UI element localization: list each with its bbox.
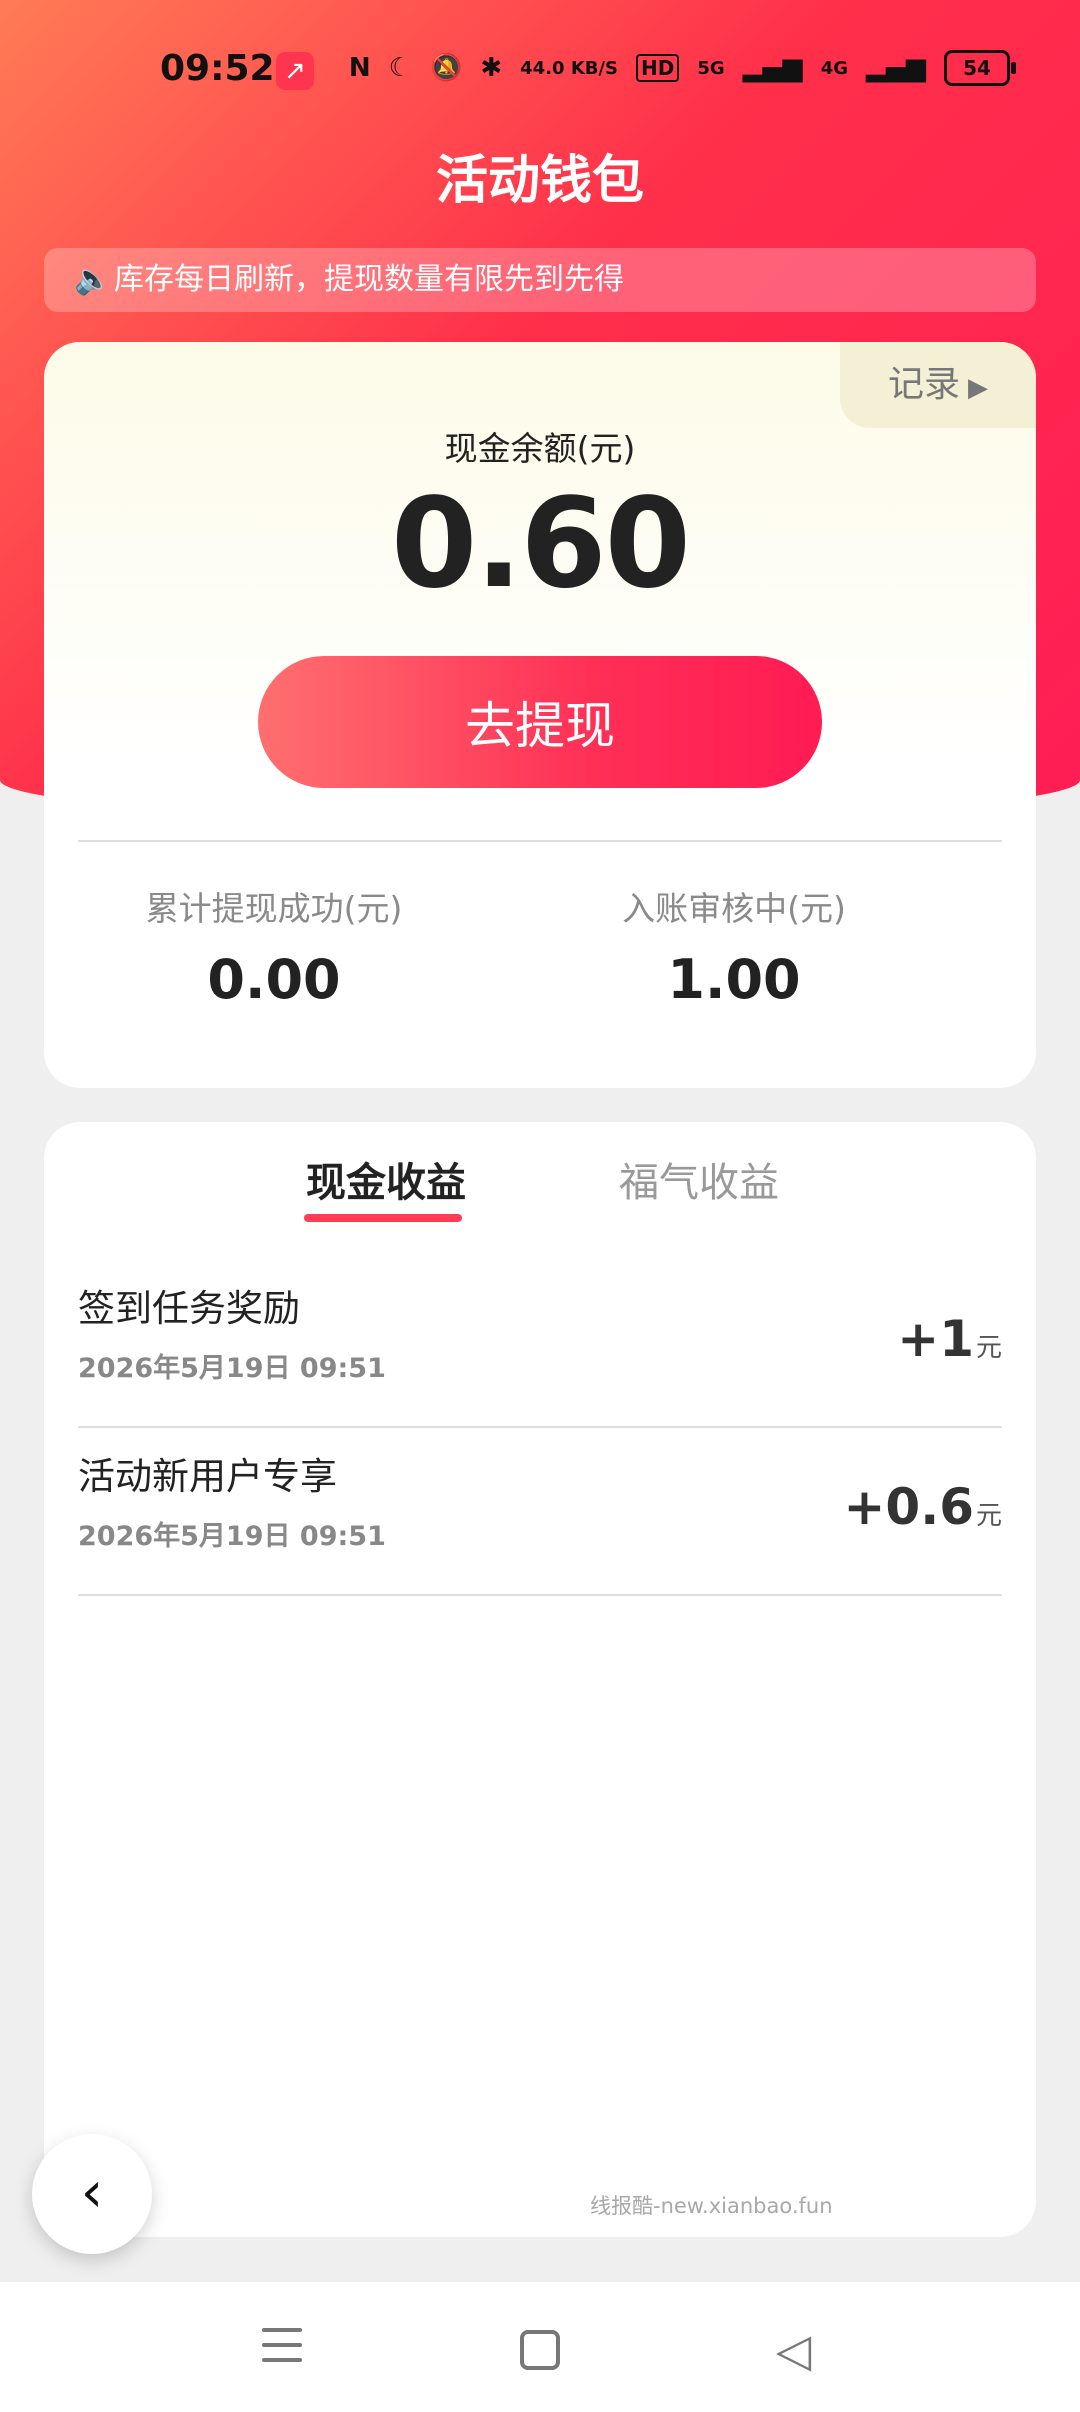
list-item: 活动新用户专享 2026年5月19日 09:51 +0.6元 <box>78 1426 1002 1596</box>
pending-value: 1.00 <box>667 948 801 1011</box>
status-bar: 09:52 ↗ N ☾ 🔕 ✱ 44.0 KB/S HD 5G ▂▄▆ 4G ▂… <box>0 40 1080 100</box>
signal-bars-icon: ▂▄▆ <box>866 53 926 83</box>
balance-card: 记录 ▶ 现金余额(元) 0.60 去提现 累计提现成功(元) 0.00 入账审核… <box>44 342 1036 1088</box>
notice-banner: 🔈 库存每日刷新，提现数量有限先到先得 <box>44 248 1036 312</box>
record-amount-value: +1 <box>897 1310 974 1368</box>
record-label: 记录 <box>887 364 960 405</box>
network-speed: 44.0 KB/S <box>520 57 619 79</box>
tab-cash-earnings[interactable]: 现金收益 <box>306 1150 466 1208</box>
bluetooth-icon: ✱ <box>480 53 503 83</box>
page-title: 活动钱包 <box>435 151 644 211</box>
record-amount-value: +0.6 <box>843 1478 974 1536</box>
signal-5g-icon: 5G <box>697 57 725 79</box>
status-time: 09:52 <box>160 48 275 89</box>
tab-fortune-earnings[interactable]: 福气收益 <box>619 1150 779 1208</box>
signal-bars-icon: ▂▄▆ <box>742 53 803 83</box>
nfc-icon: N <box>348 53 371 83</box>
balance-label: 现金余额(元) <box>444 429 636 468</box>
list-item: 签到任务奖励 2026年5月19日 09:51 +1元 <box>78 1258 1002 1428</box>
record-name: 签到任务奖励 <box>78 1287 300 1330</box>
back-button[interactable]: ‹ <box>32 2134 152 2254</box>
app-notification-icon: ↗ <box>276 52 314 90</box>
record-amount-unit: 元 <box>975 1501 1002 1531</box>
divider <box>78 840 1002 842</box>
record-time: 2026年5月19日 09:51 <box>78 1353 386 1384</box>
total-withdrawn: 累计提现成功(元) 0.00 <box>44 882 504 1011</box>
battery-icon: 54 <box>944 50 1016 86</box>
chevron-left-icon: ‹ <box>80 2160 104 2225</box>
record-amount-unit: 元 <box>975 1333 1002 1363</box>
hd-icon: HD <box>636 54 680 82</box>
pending-review: 入账审核中(元) 1.00 <box>504 882 964 1011</box>
mute-icon: 🔕 <box>429 53 463 83</box>
record-time: 2026年5月19日 09:51 <box>78 1521 386 1552</box>
record-amount: +1元 <box>897 1310 1002 1368</box>
record-name: 活动新用户专享 <box>78 1455 337 1498</box>
record-button[interactable]: 记录 ▶ <box>840 342 1036 428</box>
pending-label: 入账审核中(元) <box>622 889 846 928</box>
status-icons: N ☾ 🔕 ✱ 44.0 KB/S HD 5G ▂▄▆ 4G ▂▄▆ 54 <box>348 50 1016 86</box>
speaker-icon: 🔈 <box>74 262 112 297</box>
total-withdrawn-value: 0.00 <box>207 948 341 1011</box>
watermark: 线报酷-new.xianbao.fun <box>590 2194 833 2218</box>
back-triangle-icon[interactable]: ◁ <box>776 2327 820 2373</box>
record-amount: +0.6元 <box>844 1478 1002 1536</box>
balance-value: 0.60 <box>391 472 691 616</box>
earnings-card: 现金收益 福气收益 签到任务奖励 2026年5月19日 09:51 +1元 活动… <box>44 1122 1036 2237</box>
total-withdrawn-label: 累计提现成功(元) <box>145 889 403 928</box>
signal-4g-icon: 4G <box>820 57 848 79</box>
system-nav-bar: ◁ <box>0 2282 1080 2412</box>
moon-icon: ☾ <box>388 53 412 83</box>
caret-right-icon: ▶ <box>968 373 988 403</box>
home-icon[interactable] <box>520 2330 560 2370</box>
withdraw-button[interactable]: 去提现 <box>258 656 822 788</box>
menu-icon[interactable] <box>262 2328 306 2372</box>
notice-text: 库存每日刷新，提现数量有限先到先得 <box>114 262 624 297</box>
active-tab-indicator <box>304 1214 462 1222</box>
